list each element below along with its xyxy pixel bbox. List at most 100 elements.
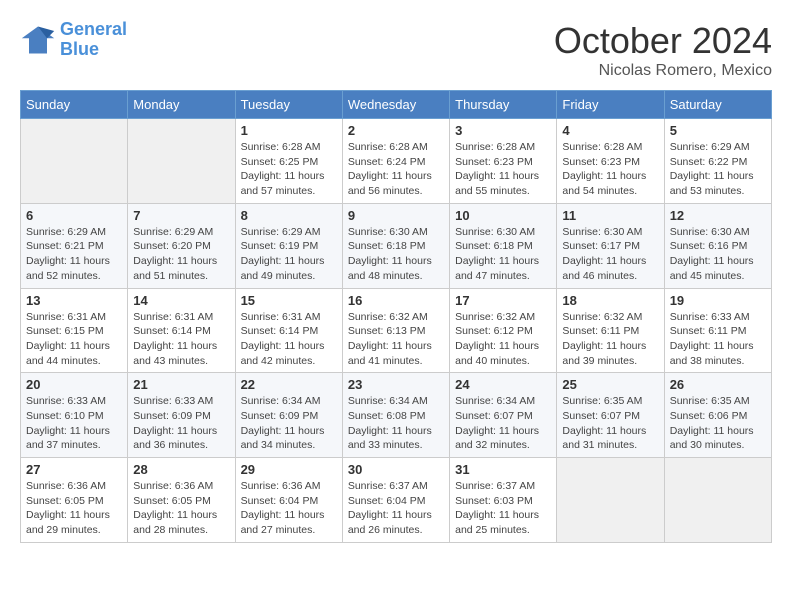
day-info: Sunrise: 6:34 AMSunset: 6:09 PMDaylight:… xyxy=(241,394,337,453)
day-info: Sunrise: 6:33 AMSunset: 6:10 PMDaylight:… xyxy=(26,394,122,453)
calendar-cell: 31 Sunrise: 6:37 AMSunset: 6:03 PMDayligh… xyxy=(450,458,557,543)
day-header-tuesday: Tuesday xyxy=(235,91,342,119)
calendar-cell: 8 Sunrise: 6:29 AMSunset: 6:19 PMDaylight… xyxy=(235,203,342,288)
calendar-cell: 29Sunrise: 6:36 AMSunset: 6:04 PMDayligh… xyxy=(235,458,342,543)
day-number: 8 xyxy=(241,208,337,223)
calendar-cell: 23 Sunrise: 6:34 AMSunset: 6:08 PMDayligh… xyxy=(342,373,449,458)
logo: General Blue xyxy=(20,20,127,60)
day-number: 26 xyxy=(670,377,766,392)
day-number: 20 xyxy=(26,377,122,392)
location-subtitle: Nicolas Romero, Mexico xyxy=(554,62,772,80)
calendar-table: SundayMondayTuesdayWednesdayThursdayFrid… xyxy=(20,90,772,543)
day-number: 17 xyxy=(455,293,551,308)
day-header-thursday: Thursday xyxy=(450,91,557,119)
calendar-cell: 7 Sunrise: 6:29 AMSunset: 6:20 PMDaylight… xyxy=(128,203,235,288)
day-info: Sunrise: 6:34 AMSunset: 6:07 PMDaylight:… xyxy=(455,394,551,453)
calendar-cell: 1Sunrise: 6:28 AMSunset: 6:25 PMDaylight… xyxy=(235,119,342,204)
calendar-cell: 20 Sunrise: 6:33 AMSunset: 6:10 PMDayligh… xyxy=(21,373,128,458)
calendar-cell: 26 Sunrise: 6:35 AMSunset: 6:06 PMDayligh… xyxy=(664,373,771,458)
day-header-friday: Friday xyxy=(557,91,664,119)
day-header-sunday: Sunday xyxy=(21,91,128,119)
calendar-cell: 13 Sunrise: 6:31 AMSunset: 6:15 PMDayligh… xyxy=(21,288,128,373)
day-info: Sunrise: 6:28 AMSunset: 6:24 PMDaylight:… xyxy=(348,140,444,199)
day-info: Sunrise: 6:34 AMSunset: 6:08 PMDaylight:… xyxy=(348,394,444,453)
day-info: Sunrise: 6:36 AMSunset: 6:05 PMDaylight:… xyxy=(26,479,122,538)
day-number: 19 xyxy=(670,293,766,308)
day-number: 25 xyxy=(562,377,658,392)
calendar-week-row: 1Sunrise: 6:28 AMSunset: 6:25 PMDaylight… xyxy=(21,119,772,204)
day-number: 11 xyxy=(562,208,658,223)
calendar-cell: 16 Sunrise: 6:32 AMSunset: 6:13 PMDayligh… xyxy=(342,288,449,373)
logo-text: General Blue xyxy=(60,20,127,60)
day-info: Sunrise: 6:32 AMSunset: 6:13 PMDaylight:… xyxy=(348,310,444,369)
calendar-cell: 3 Sunrise: 6:28 AMSunset: 6:23 PMDaylight… xyxy=(450,119,557,204)
calendar-cell: 30 Sunrise: 6:37 AMSunset: 6:04 PMDayligh… xyxy=(342,458,449,543)
day-number: 14 xyxy=(133,293,229,308)
calendar-cell: 18 Sunrise: 6:32 AMSunset: 6:11 PMDayligh… xyxy=(557,288,664,373)
calendar-week-row: 13 Sunrise: 6:31 AMSunset: 6:15 PMDayligh… xyxy=(21,288,772,373)
day-number: 5 xyxy=(670,123,766,138)
calendar-cell: 19 Sunrise: 6:33 AMSunset: 6:11 PMDayligh… xyxy=(664,288,771,373)
calendar-week-row: 20 Sunrise: 6:33 AMSunset: 6:10 PMDayligh… xyxy=(21,373,772,458)
day-number: 21 xyxy=(133,377,229,392)
day-number: 3 xyxy=(455,123,551,138)
page-header: General Blue October 2024 Nicolas Romero… xyxy=(20,20,772,80)
day-number: 18 xyxy=(562,293,658,308)
calendar-header-row: SundayMondayTuesdayWednesdayThursdayFrid… xyxy=(21,91,772,119)
day-number: 4 xyxy=(562,123,658,138)
day-number: 2 xyxy=(348,123,444,138)
calendar-cell: 4 Sunrise: 6:28 AMSunset: 6:23 PMDaylight… xyxy=(557,119,664,204)
calendar-cell: 17 Sunrise: 6:32 AMSunset: 6:12 PMDayligh… xyxy=(450,288,557,373)
calendar-cell xyxy=(128,119,235,204)
calendar-cell: 10Sunrise: 6:30 AMSunset: 6:18 PMDayligh… xyxy=(450,203,557,288)
day-info: Sunrise: 6:35 AMSunset: 6:06 PMDaylight:… xyxy=(670,394,766,453)
day-info: Sunrise: 6:29 AMSunset: 6:22 PMDaylight:… xyxy=(670,140,766,199)
calendar-cell: 9Sunrise: 6:30 AMSunset: 6:18 PMDaylight… xyxy=(342,203,449,288)
day-info: Sunrise: 6:37 AMSunset: 6:04 PMDaylight:… xyxy=(348,479,444,538)
calendar-cell: 22 Sunrise: 6:34 AMSunset: 6:09 PMDayligh… xyxy=(235,373,342,458)
day-number: 31 xyxy=(455,462,551,477)
day-info: Sunrise: 6:35 AMSunset: 6:07 PMDaylight:… xyxy=(562,394,658,453)
calendar-cell: 15Sunrise: 6:31 AMSunset: 6:14 PMDayligh… xyxy=(235,288,342,373)
day-info: Sunrise: 6:33 AMSunset: 6:11 PMDaylight:… xyxy=(670,310,766,369)
day-number: 13 xyxy=(26,293,122,308)
day-info: Sunrise: 6:37 AMSunset: 6:03 PMDaylight:… xyxy=(455,479,551,538)
calendar-cell: 27 Sunrise: 6:36 AMSunset: 6:05 PMDayligh… xyxy=(21,458,128,543)
day-header-monday: Monday xyxy=(128,91,235,119)
calendar-cell: 25 Sunrise: 6:35 AMSunset: 6:07 PMDayligh… xyxy=(557,373,664,458)
day-number: 28 xyxy=(133,462,229,477)
day-header-saturday: Saturday xyxy=(664,91,771,119)
day-info: Sunrise: 6:30 AMSunset: 6:18 PMDaylight:… xyxy=(455,225,551,284)
logo-icon xyxy=(20,22,56,58)
day-number: 30 xyxy=(348,462,444,477)
day-info: Sunrise: 6:32 AMSunset: 6:11 PMDaylight:… xyxy=(562,310,658,369)
day-number: 23 xyxy=(348,377,444,392)
day-info: Sunrise: 6:29 AMSunset: 6:19 PMDaylight:… xyxy=(241,225,337,284)
day-info: Sunrise: 6:29 AMSunset: 6:20 PMDaylight:… xyxy=(133,225,229,284)
day-number: 27 xyxy=(26,462,122,477)
calendar-cell: 12 Sunrise: 6:30 AMSunset: 6:16 PMDayligh… xyxy=(664,203,771,288)
day-number: 15 xyxy=(241,293,337,308)
day-info: Sunrise: 6:30 AMSunset: 6:18 PMDaylight:… xyxy=(348,225,444,284)
day-info: Sunrise: 6:31 AMSunset: 6:15 PMDaylight:… xyxy=(26,310,122,369)
day-number: 22 xyxy=(241,377,337,392)
day-number: 24 xyxy=(455,377,551,392)
calendar-cell xyxy=(664,458,771,543)
month-title: October 2024 xyxy=(554,20,772,62)
day-info: Sunrise: 6:32 AMSunset: 6:12 PMDaylight:… xyxy=(455,310,551,369)
day-number: 7 xyxy=(133,208,229,223)
day-number: 16 xyxy=(348,293,444,308)
calendar-cell: 24 Sunrise: 6:34 AMSunset: 6:07 PMDayligh… xyxy=(450,373,557,458)
day-info: Sunrise: 6:36 AMSunset: 6:05 PMDaylight:… xyxy=(133,479,229,538)
day-info: Sunrise: 6:28 AMSunset: 6:23 PMDaylight:… xyxy=(562,140,658,199)
day-header-wednesday: Wednesday xyxy=(342,91,449,119)
day-info: Sunrise: 6:36 AMSunset: 6:04 PMDaylight:… xyxy=(241,479,337,538)
day-info: Sunrise: 6:28 AMSunset: 6:23 PMDaylight:… xyxy=(455,140,551,199)
day-info: Sunrise: 6:28 AMSunset: 6:25 PMDaylight:… xyxy=(241,140,337,199)
day-info: Sunrise: 6:30 AMSunset: 6:16 PMDaylight:… xyxy=(670,225,766,284)
day-info: Sunrise: 6:30 AMSunset: 6:17 PMDaylight:… xyxy=(562,225,658,284)
calendar-cell: 21Sunrise: 6:33 AMSunset: 6:09 PMDayligh… xyxy=(128,373,235,458)
calendar-week-row: 6Sunrise: 6:29 AMSunset: 6:21 PMDaylight… xyxy=(21,203,772,288)
day-number: 12 xyxy=(670,208,766,223)
title-block: October 2024 Nicolas Romero, Mexico xyxy=(554,20,772,80)
